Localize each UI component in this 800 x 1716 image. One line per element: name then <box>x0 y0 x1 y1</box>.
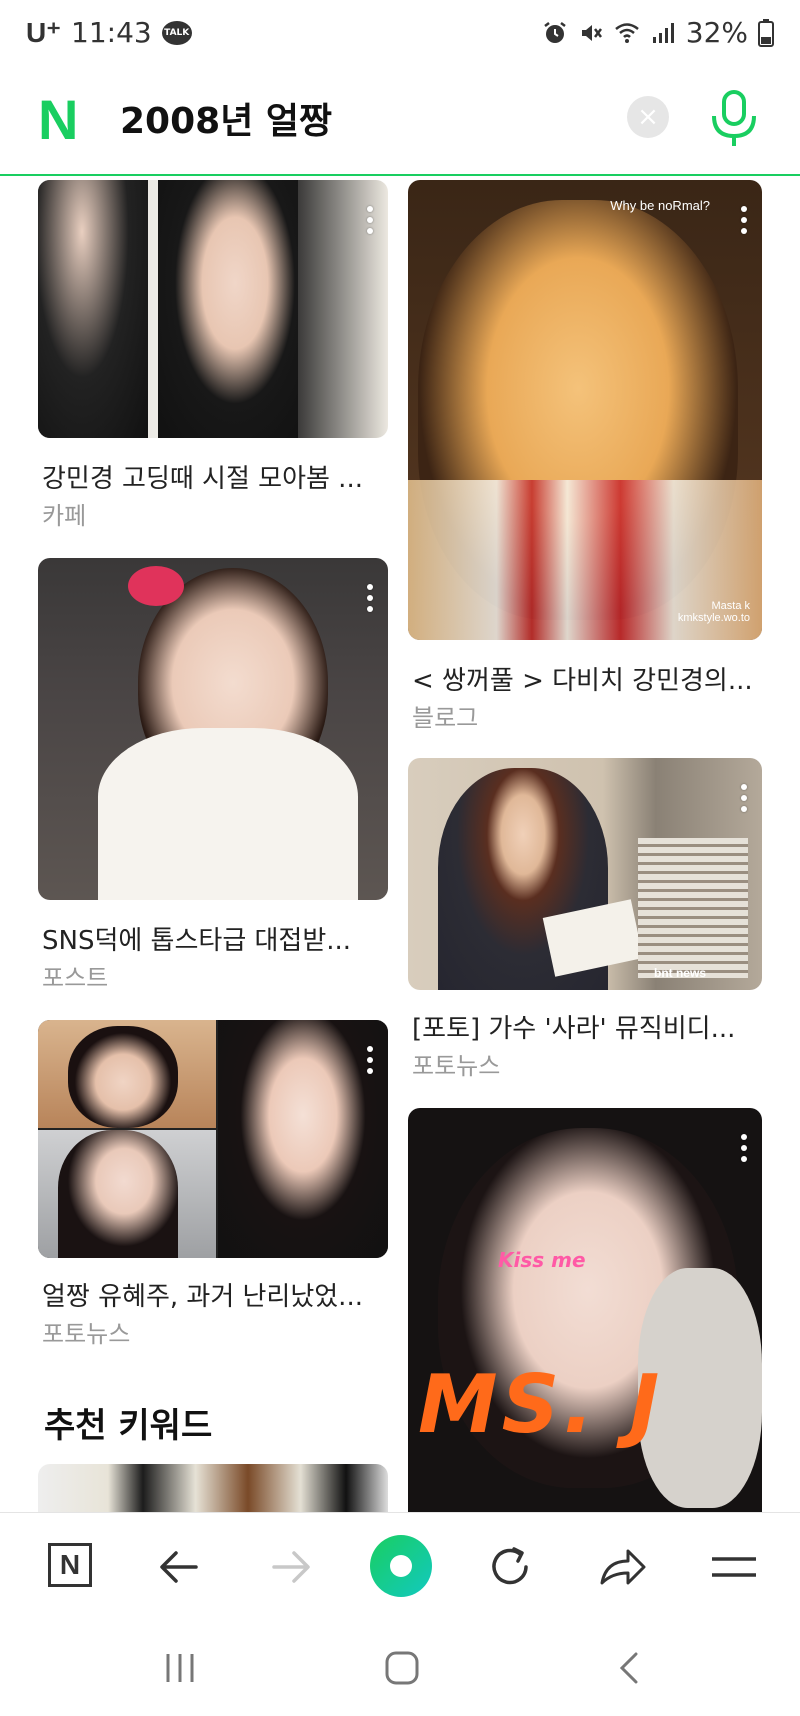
result-title[interactable]: SNS덕에 톱스타급 대접받... <box>42 920 388 957</box>
browser-toolbar: N <box>0 1512 800 1621</box>
home-icon[interactable] <box>382 1648 422 1688</box>
result-source: 포토뉴스 <box>42 1320 131 1348</box>
result-title[interactable]: 강민경 고딩때 시절 모아봄 ... <box>42 458 388 495</box>
clear-search-button[interactable]: × <box>627 96 669 138</box>
result-source: 카페 <box>42 502 87 530</box>
result-title[interactable]: < 쌍꺼풀 > 다비치 강민경의... <box>412 660 762 697</box>
naver-home-button[interactable]: N <box>42 1539 98 1595</box>
forward-arrow-icon[interactable] <box>262 1539 318 1595</box>
more-options-icon[interactable] <box>366 1046 374 1076</box>
battery-icon <box>758 18 774 47</box>
result-source: 포토뉴스 <box>412 1052 501 1080</box>
back-arrow-icon[interactable] <box>152 1539 208 1595</box>
clock: 11:43 <box>71 16 152 49</box>
carrier-label: U⁺ <box>26 17 61 48</box>
recommended-keywords-title: 추천 키워드 <box>44 1406 213 1446</box>
mute-icon <box>581 24 602 41</box>
system-nav-bar <box>0 1620 800 1716</box>
result-card[interactable]: bnt news [포토] 가수 '사라' 뮤직비디... 포토뉴스 <box>408 758 762 1088</box>
result-card[interactable]: 얼짱 유혜주, 과거 난리났었... 포토뉴스 <box>38 1020 388 1380</box>
result-image[interactable]: Kiss me MS. J <box>408 1108 762 1512</box>
result-source: 포스트 <box>42 964 109 992</box>
image-overlay-credit: Masta k kmkstyle.wo.to <box>677 600 750 624</box>
recent-apps-icon[interactable] <box>160 1648 200 1688</box>
battery-percent: 32% <box>685 16 748 49</box>
result-card[interactable]: 강민경 고딩때 시절 모아봄 ... 카페 <box>38 180 388 530</box>
recommended-keyword-image[interactable] <box>38 1464 388 1512</box>
search-header: N 2008년 얼짱 × <box>0 68 800 176</box>
green-dot-button[interactable] <box>370 1535 432 1597</box>
result-image[interactable]: Why be noRmal? Masta k kmkstyle.wo.to <box>408 180 762 640</box>
alarm-icon <box>544 21 566 43</box>
refresh-icon[interactable] <box>482 1539 538 1595</box>
more-options-icon[interactable] <box>366 206 374 236</box>
more-options-icon[interactable] <box>740 206 748 236</box>
image-overlay-big-text: MS. J <box>418 1358 664 1451</box>
more-options-icon[interactable] <box>740 1134 748 1164</box>
kakaotalk-icon: TALK <box>161 20 192 45</box>
search-query[interactable]: 2008년 얼짱 <box>120 92 332 144</box>
result-image[interactable] <box>38 180 388 438</box>
menu-icon[interactable] <box>706 1539 762 1595</box>
image-watermark: bnt news <box>653 966 706 980</box>
status-bar: U⁺ 11:43 TALK 32% <box>0 0 800 68</box>
system-back-icon[interactable] <box>610 1648 650 1688</box>
result-card[interactable]: Why be noRmal? Masta k kmkstyle.wo.to < … <box>408 180 762 732</box>
share-icon[interactable] <box>594 1539 650 1595</box>
wifi-icon <box>614 22 639 43</box>
image-results: 강민경 고딩때 시절 모아봄 ... 카페 SNS덕에 톱스타급 대접받... … <box>0 176 800 1512</box>
image-overlay-text: Why be noRmal? <box>610 198 710 213</box>
mic-icon[interactable] <box>706 88 762 148</box>
result-title[interactable]: 얼짱 유혜주, 과거 난리났었... <box>42 1276 388 1313</box>
result-title[interactable]: [포토] 가수 '사라' 뮤직비디... <box>412 1008 762 1045</box>
result-image[interactable]: bnt news <box>408 758 762 990</box>
naver-home-icon: N <box>48 1543 92 1587</box>
more-options-icon[interactable] <box>740 784 748 814</box>
more-options-icon[interactable] <box>366 584 374 614</box>
result-card[interactable]: Kiss me MS. J <box>408 1108 762 1512</box>
image-overlay-text: Kiss me <box>498 1248 586 1272</box>
result-image[interactable] <box>38 1020 388 1258</box>
naver-logo[interactable]: N <box>38 92 90 148</box>
signal-icon <box>652 22 674 43</box>
result-image[interactable] <box>38 558 388 900</box>
result-source: 블로그 <box>412 704 479 732</box>
result-card[interactable]: SNS덕에 톱스타급 대접받... 포스트 <box>38 558 388 992</box>
